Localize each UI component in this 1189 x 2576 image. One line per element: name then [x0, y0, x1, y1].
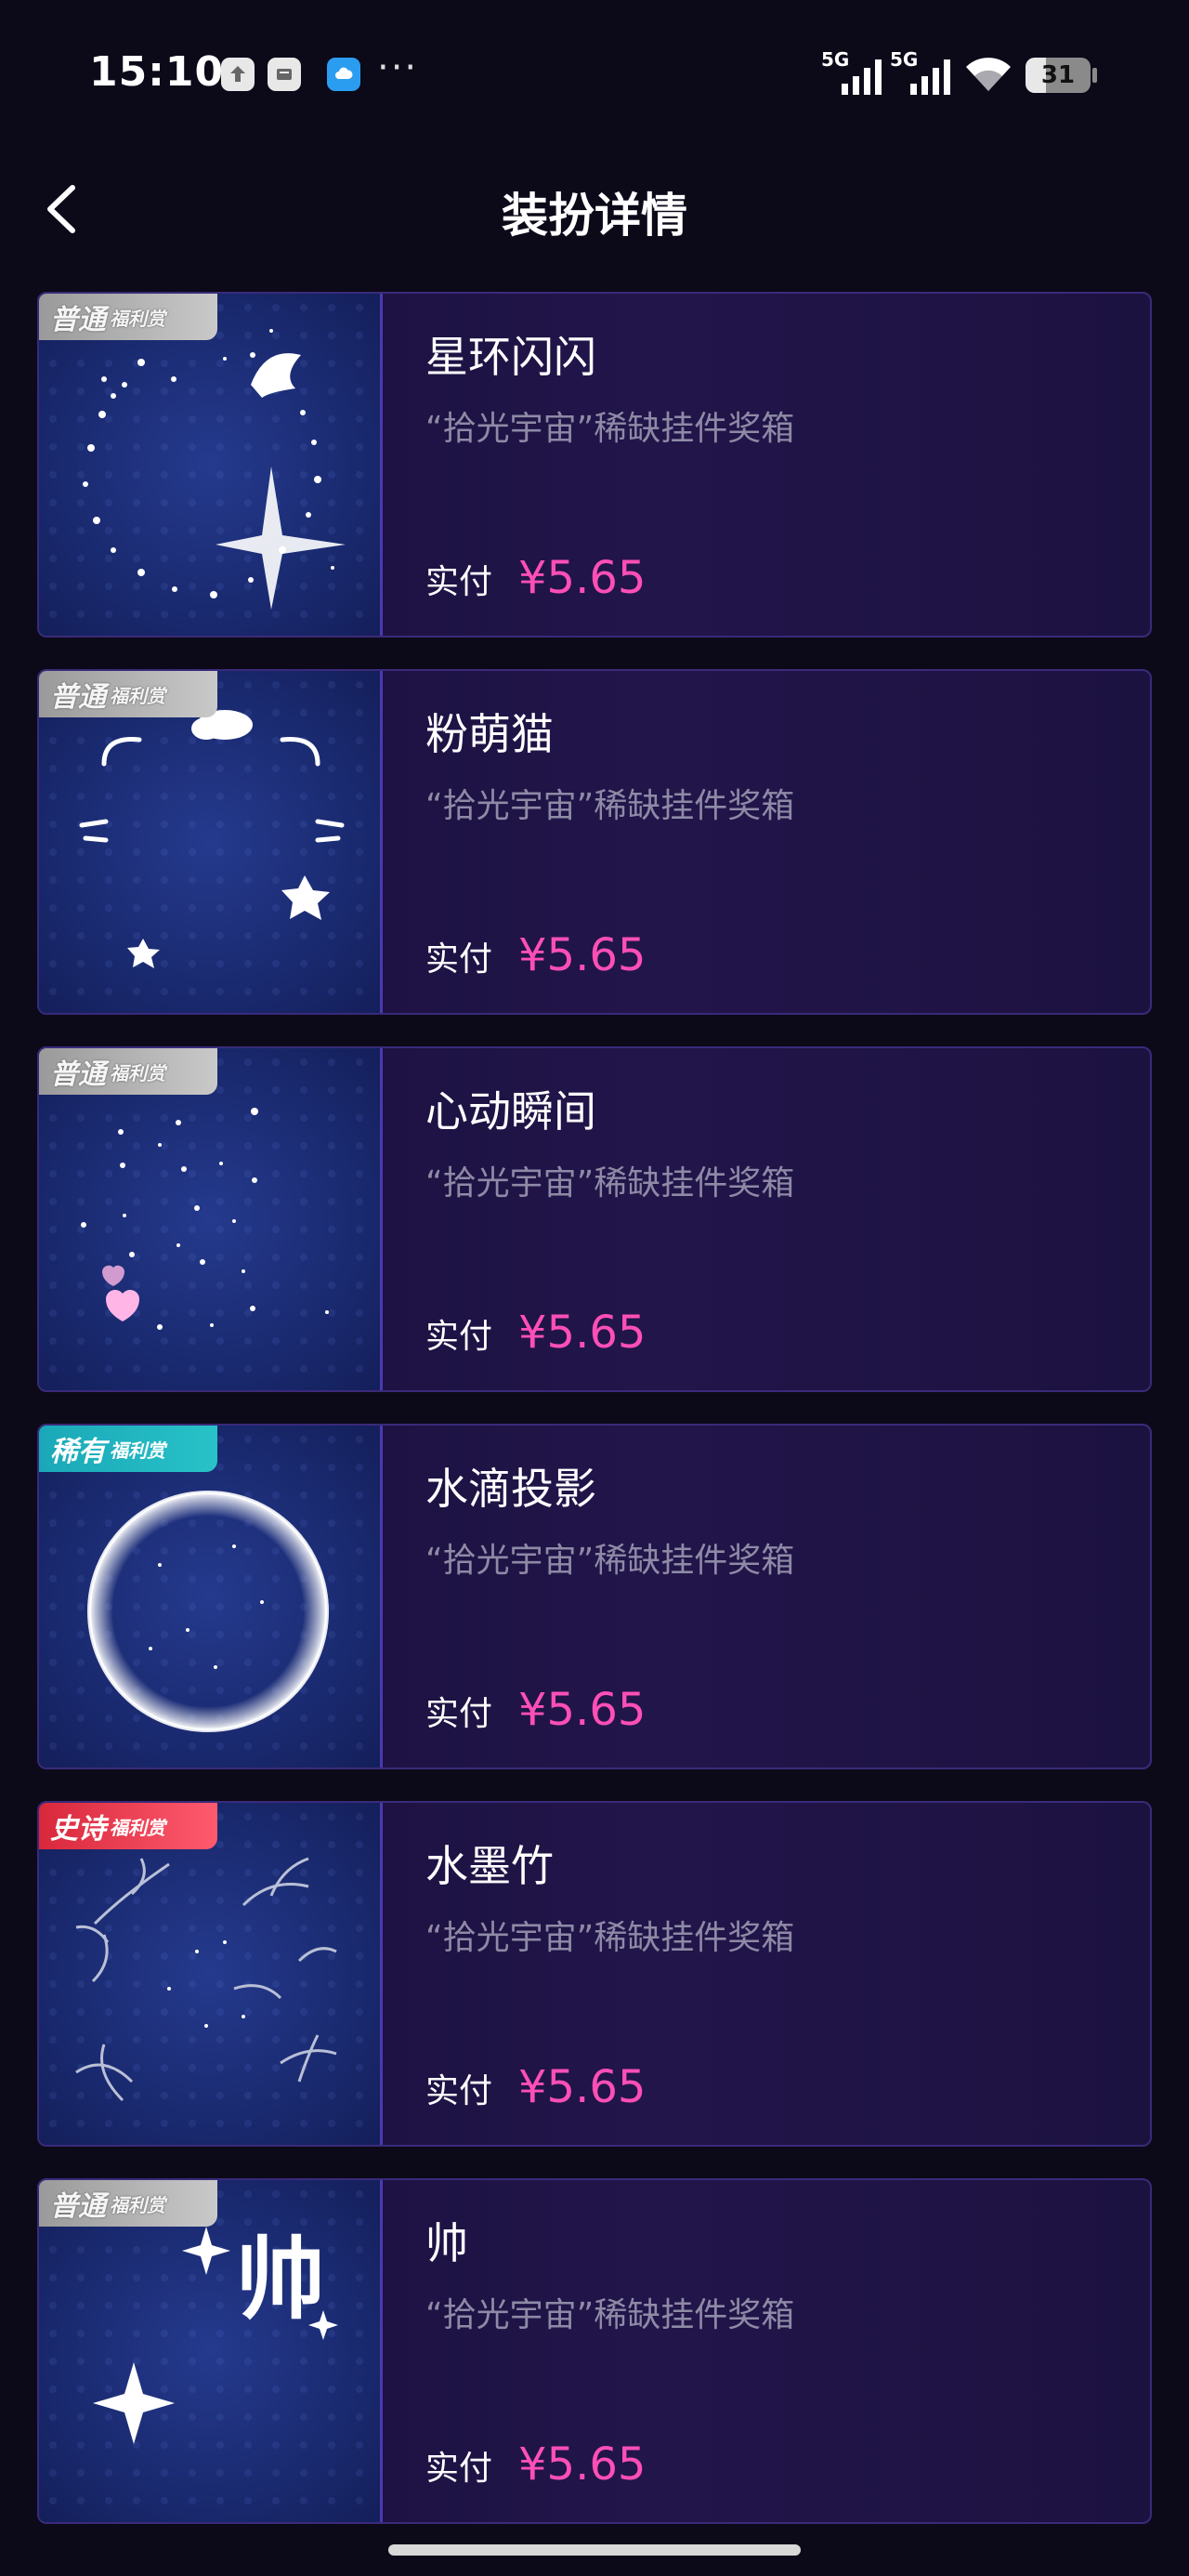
item-thumbnail: 稀有 福利赏: [39, 1426, 383, 1768]
battery-level: 31: [1040, 61, 1076, 89]
item-info: 帅 “拾光宇宙”稀缺挂件奖箱 实付 ¥5.65: [425, 2180, 1131, 2522]
item-thumbnail: 普通 福利赏: [39, 671, 383, 1013]
cat-ears-art: [79, 710, 345, 968]
item-card[interactable]: 史诗 福利赏 水墨竹 “拾光宇宙”稀缺挂件奖箱 实付 ¥5.65: [37, 1801, 1152, 2147]
item-card[interactable]: 普通 福利赏 星环闪闪 “拾光宇宙”稀缺挂件奖箱 实付 ¥5.65: [37, 292, 1152, 637]
badge-tier-label: 普通: [50, 681, 106, 714]
item-name: 水墨竹: [425, 1841, 554, 1891]
tier-badge: 普通 福利赏: [39, 294, 217, 340]
star-ring-art: [83, 329, 346, 610]
bubble-ring-art: [87, 1491, 329, 1732]
tier-badge: 稀有 福利赏: [39, 1426, 217, 1472]
badge-tier-label: 史诗: [50, 1813, 106, 1846]
item-card[interactable]: 稀有 福利赏 水滴投影 “拾光宇宙”稀缺挂件奖箱 实付 ¥5.65: [37, 1424, 1152, 1769]
item-info: 水墨竹 “拾光宇宙”稀缺挂件奖箱 实付 ¥5.65: [425, 1803, 1131, 2145]
tier-badge: 史诗 福利赏: [39, 1803, 217, 1849]
price-label: 实付: [425, 563, 493, 601]
badge-sub-label: 福利赏: [110, 1061, 165, 1084]
price-value: ¥5.65: [518, 1307, 647, 1359]
tier-badge: 普通 福利赏: [39, 1048, 217, 1095]
tier-badge: 普通 福利赏: [39, 671, 217, 717]
page-title: 装扮详情: [502, 189, 687, 243]
badge-tier-label: 普通: [50, 1058, 106, 1091]
app-notification-icon: [268, 58, 301, 91]
item-name: 帅: [425, 2218, 468, 2268]
home-indicator[interactable]: [388, 2544, 801, 2556]
price-value: ¥5.65: [518, 929, 647, 981]
battery-icon: 31: [1026, 58, 1091, 93]
item-card[interactable]: 普通 福利赏 心动瞬间 “拾光宇宙”稀缺挂件奖箱 实付 ¥5.65: [37, 1046, 1152, 1392]
badge-tier-label: 稀有: [50, 1436, 106, 1468]
item-thumbnail: 普通 福利赏: [39, 1048, 383, 1390]
item-info: 心动瞬间 “拾光宇宙”稀缺挂件奖箱 实付 ¥5.65: [425, 1048, 1131, 1390]
item-info: 星环闪闪 “拾光宇宙”稀缺挂件奖箱 实付 ¥5.65: [425, 294, 1131, 636]
wifi-icon: [966, 58, 1011, 91]
status-time: 15:10: [89, 48, 225, 96]
price-value: ¥5.65: [518, 2061, 647, 2113]
hearts-sparkle-art: [81, 1108, 329, 1330]
item-name: 星环闪闪: [425, 332, 596, 382]
badge-tier-label: 普通: [50, 304, 106, 336]
item-thumbnail: 普通 福利赏 帅: [39, 2180, 383, 2522]
shuai-text-art: 帅: [93, 2227, 338, 2444]
item-source: “拾光宇宙”稀缺挂件奖箱: [425, 1919, 795, 1957]
price-label: 实付: [425, 940, 493, 979]
item-thumbnail: 史诗 福利赏: [39, 1803, 383, 2145]
badge-tier-label: 普通: [50, 2190, 106, 2223]
cellular-signal-icon: 5G: [821, 48, 886, 95]
bamboo-art: [75, 1857, 337, 2102]
item-name: 水滴投影: [425, 1464, 596, 1514]
price-row: 实付 ¥5.65: [425, 2061, 646, 2113]
item-name: 粉萌猫: [425, 709, 554, 759]
art-text: 帅: [236, 2228, 325, 2332]
badge-sub-label: 福利赏: [110, 307, 165, 330]
cloud-notification-icon: [327, 58, 360, 91]
price-label: 实付: [425, 2450, 493, 2488]
item-source: “拾光宇宙”稀缺挂件奖箱: [425, 2296, 795, 2334]
item-thumbnail: 普通 福利赏: [39, 294, 383, 636]
item-info: 粉萌猫 “拾光宇宙”稀缺挂件奖箱 实付 ¥5.65: [425, 671, 1131, 1013]
item-card[interactable]: 普通 福利赏 粉萌猫 “拾光宇宙”稀缺挂件奖箱 实付 ¥5.65: [37, 669, 1152, 1015]
app-notification-icon: [221, 58, 255, 91]
price-row: 实付 ¥5.65: [425, 1684, 646, 1736]
price-value: ¥5.65: [518, 1684, 647, 1736]
item-source: “拾光宇宙”稀缺挂件奖箱: [425, 1542, 795, 1580]
badge-sub-label: 福利赏: [110, 684, 165, 707]
price-row: 实付 ¥5.65: [425, 2438, 646, 2491]
item-source: “拾光宇宙”稀缺挂件奖箱: [425, 1164, 795, 1203]
price-label: 实付: [425, 1318, 493, 1356]
item-source: “拾光宇宙”稀缺挂件奖箱: [425, 787, 795, 825]
cellular-signal-icon: 5G: [890, 48, 955, 95]
price-row: 实付 ¥5.65: [425, 1307, 646, 1359]
price-value: ¥5.65: [518, 552, 647, 604]
battery-tip: [1092, 68, 1097, 83]
price-value: ¥5.65: [518, 2438, 647, 2491]
price-label: 实付: [425, 1695, 493, 1733]
item-card[interactable]: 普通 福利赏 帅 帅 “拾光宇宙”稀缺挂件奖箱 实付 ¥5.65: [37, 2178, 1152, 2524]
tier-badge: 普通 福利赏: [39, 2180, 217, 2227]
price-label: 实付: [425, 2072, 493, 2110]
item-info: 水滴投影 “拾光宇宙”稀缺挂件奖箱 实付 ¥5.65: [425, 1426, 1131, 1768]
price-row: 实付 ¥5.65: [425, 552, 646, 604]
badge-sub-label: 福利赏: [110, 1439, 165, 1462]
price-row: 实付 ¥5.65: [425, 929, 646, 981]
navigation-bar: 装扮详情: [0, 158, 1189, 260]
badge-sub-label: 福利赏: [110, 2193, 165, 2216]
item-source: “拾光宇宙”稀缺挂件奖箱: [425, 410, 795, 448]
status-bar: 15:10 ··· 5G 5G 31: [0, 0, 1189, 139]
badge-sub-label: 福利赏: [110, 1816, 165, 1839]
more-notifications-icon: ···: [377, 46, 419, 89]
item-name: 心动瞬间: [425, 1086, 596, 1137]
